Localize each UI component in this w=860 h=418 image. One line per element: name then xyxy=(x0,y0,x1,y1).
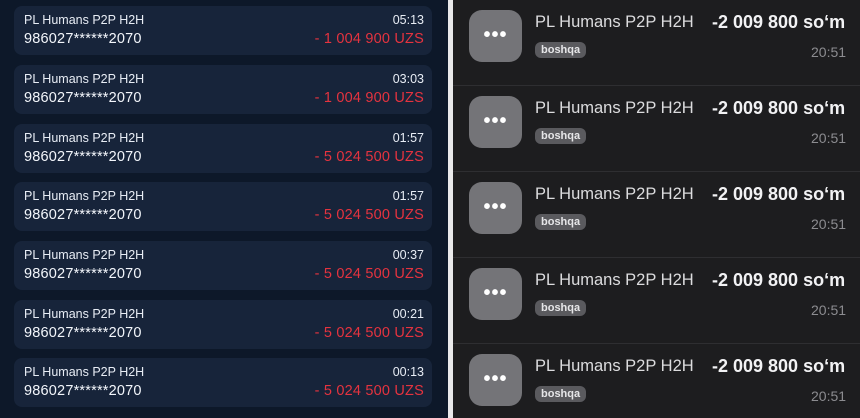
merchant-name: PL Humans P2P H2H xyxy=(24,189,145,203)
merchant-name: PL Humans P2P H2H xyxy=(535,271,694,289)
more-dots-icon: ••• xyxy=(469,96,522,148)
category-badge: boshqa xyxy=(535,300,587,316)
transaction-card[interactable]: PL Humans P2P H2H 00:21 986027******2070… xyxy=(14,300,432,349)
transaction-amount: - 5 024 500 UZS xyxy=(314,325,424,341)
transaction-list-left: PL Humans P2P H2H 05:13 986027******2070… xyxy=(0,0,448,418)
transaction-amount: - 5 024 500 UZS xyxy=(314,149,424,165)
category-badge: boshqa xyxy=(535,214,587,230)
more-dots-icon: ••• xyxy=(469,354,522,406)
category-badge: boshqa xyxy=(535,42,587,58)
transaction-time: 01:57 xyxy=(392,189,424,203)
transaction-card[interactable]: PL Humans P2P H2H 03:03 986027******2070… xyxy=(14,65,432,114)
list-item[interactable]: ••• PL Humans P2P H2H boshqa -2 009 800 … xyxy=(453,344,860,418)
category-badge: boshqa xyxy=(535,386,587,402)
transaction-time: 00:37 xyxy=(392,248,424,262)
merchant-name: PL Humans P2P H2H xyxy=(535,357,694,375)
card-number: 986027******2070 xyxy=(24,31,142,47)
transaction-card[interactable]: PL Humans P2P H2H 01:57 986027******2070… xyxy=(14,124,432,173)
card-number: 986027******2070 xyxy=(24,266,142,282)
transaction-time: 01:57 xyxy=(392,131,424,145)
transaction-amount: -2 009 800 so‘m xyxy=(712,184,846,204)
merchant-name: PL Humans P2P H2H xyxy=(535,99,694,117)
transaction-amount: -2 009 800 so‘m xyxy=(712,98,846,118)
transaction-amount: - 5 024 500 UZS xyxy=(314,207,424,223)
card-number: 986027******2070 xyxy=(24,207,142,223)
transaction-amount: - 5 024 500 UZS xyxy=(314,266,424,282)
card-number: 986027******2070 xyxy=(24,383,142,399)
transaction-card[interactable]: PL Humans P2P H2H 00:13 986027******2070… xyxy=(14,358,432,407)
merchant-name: PL Humans P2P H2H xyxy=(24,365,145,379)
transaction-time: 00:21 xyxy=(392,307,424,321)
card-number: 986027******2070 xyxy=(24,149,142,165)
list-item[interactable]: ••• PL Humans P2P H2H boshqa -2 009 800 … xyxy=(453,258,860,344)
card-number: 986027******2070 xyxy=(24,325,142,341)
merchant-name: PL Humans P2P H2H xyxy=(535,13,694,31)
transaction-time: 03:03 xyxy=(392,72,424,86)
transaction-amount: - 5 024 500 UZS xyxy=(314,383,424,399)
more-dots-icon: ••• xyxy=(469,10,522,62)
merchant-name: PL Humans P2P H2H xyxy=(535,185,694,203)
transaction-list-right: ••• PL Humans P2P H2H boshqa -2 009 800 … xyxy=(453,0,860,418)
more-dots-icon: ••• xyxy=(469,182,522,234)
merchant-name: PL Humans P2P H2H xyxy=(24,307,145,321)
transaction-time: 20:51 xyxy=(811,216,847,232)
list-item[interactable]: ••• PL Humans P2P H2H boshqa -2 009 800 … xyxy=(453,172,860,258)
merchant-name: PL Humans P2P H2H xyxy=(24,13,145,27)
merchant-name: PL Humans P2P H2H xyxy=(24,248,145,262)
transaction-card[interactable]: PL Humans P2P H2H 05:13 986027******2070… xyxy=(14,6,432,55)
list-item[interactable]: ••• PL Humans P2P H2H boshqa -2 009 800 … xyxy=(453,86,860,172)
transaction-time: 05:13 xyxy=(392,13,424,27)
transaction-time: 20:51 xyxy=(811,302,847,318)
transaction-card[interactable]: PL Humans P2P H2H 00:37 986027******2070… xyxy=(14,241,432,290)
transaction-time: 20:51 xyxy=(811,388,847,404)
transaction-amount: - 1 004 900 UZS xyxy=(314,90,424,106)
transaction-time: 20:51 xyxy=(811,130,847,146)
transaction-time: 00:13 xyxy=(392,365,424,379)
category-badge: boshqa xyxy=(535,128,587,144)
list-item[interactable]: ••• PL Humans P2P H2H boshqa -2 009 800 … xyxy=(453,0,860,86)
transaction-card[interactable]: PL Humans P2P H2H 01:57 986027******2070… xyxy=(14,182,432,231)
transaction-amount: -2 009 800 so‘m xyxy=(712,270,846,290)
merchant-name: PL Humans P2P H2H xyxy=(24,72,145,86)
transaction-amount: -2 009 800 so‘m xyxy=(712,12,846,32)
transaction-amount: -2 009 800 so‘m xyxy=(712,356,846,376)
more-dots-icon: ••• xyxy=(469,268,522,320)
transaction-amount: - 1 004 900 UZS xyxy=(314,31,424,47)
merchant-name: PL Humans P2P H2H xyxy=(24,131,145,145)
transaction-time: 20:51 xyxy=(811,44,847,60)
card-number: 986027******2070 xyxy=(24,90,142,106)
